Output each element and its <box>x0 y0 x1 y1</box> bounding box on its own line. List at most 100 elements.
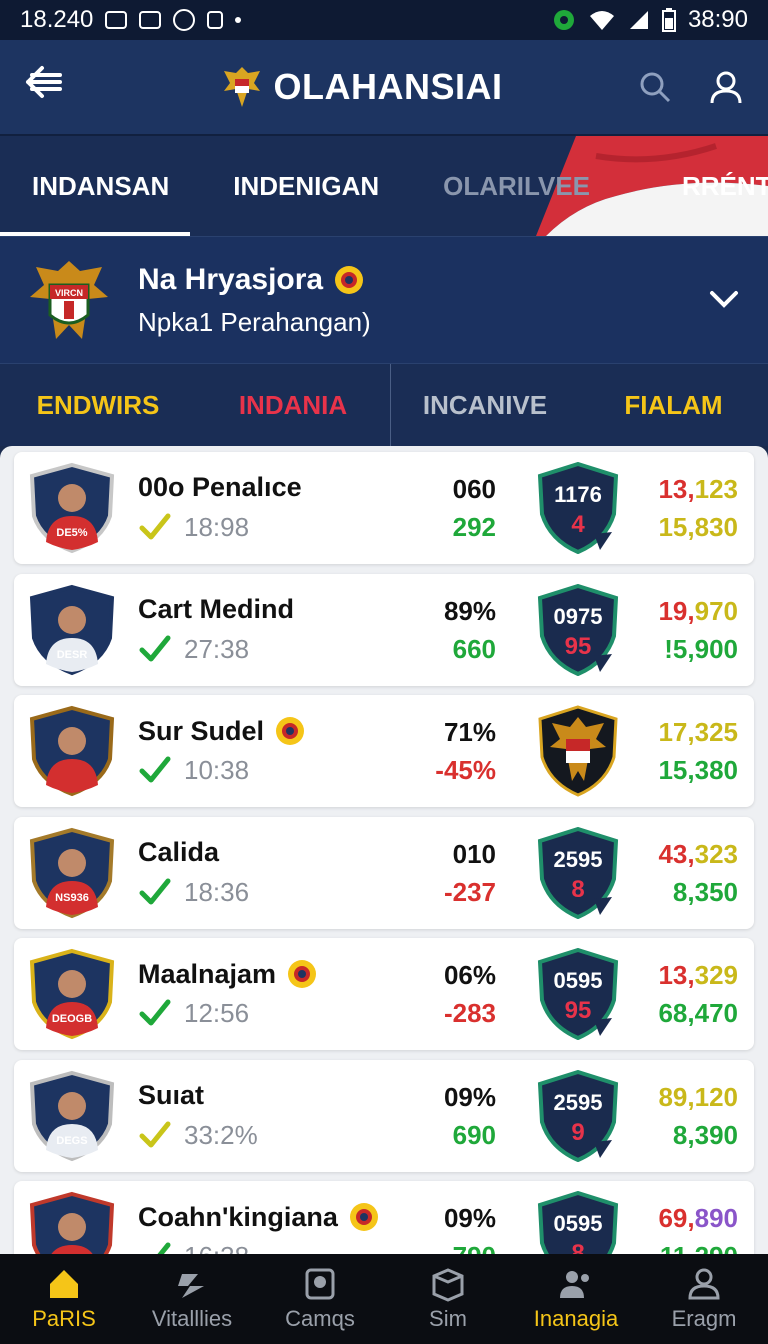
shield-bottom-text: 9 <box>571 1119 584 1146</box>
tab-olarilvee[interactable]: OLARILVEE <box>411 136 622 236</box>
player-name-row: Coahn'kingiana <box>138 1201 380 1233</box>
player-row[interactable]: DEOGB Maalnajam 12:56 06% -283 0595 95 1… <box>14 938 754 1050</box>
nav-vitalllies[interactable]: Vitalllies <box>128 1254 256 1344</box>
player-score-bottom: !5,900 <box>664 633 738 664</box>
player-stat-bottom: 292 <box>452 512 496 542</box>
subtab-fialam[interactable]: FIALAM <box>579 390 768 421</box>
garuda-emblem-icon <box>223 67 260 107</box>
player-row[interactable]: DESR Cart Medind 27:38 89% 660 0975 95 1… <box>14 573 754 686</box>
nav-inanagia[interactable]: Inanagia <box>512 1254 640 1344</box>
more-dot-icon <box>235 17 242 23</box>
score-part: 890 <box>694 1203 738 1233</box>
player-score-top: 69,890 <box>658 1203 738 1234</box>
status-time-left: 18.240 <box>20 6 94 33</box>
player-avatar <box>29 705 115 797</box>
player-row[interactable]: DEGS Suıat 33:2% 09% 690 2595 9 89,120 8… <box>14 1059 754 1172</box>
back-button[interactable] <box>24 64 84 110</box>
shield-bottom-text: 4 <box>571 511 585 538</box>
subtab-incanive[interactable]: INCANIVE <box>391 390 579 421</box>
avatar-text: DEGS <box>56 1135 87 1147</box>
player-stat-top: 71% <box>443 717 496 747</box>
top-tab-bar: INDANSAN INDENIGAN OLARILVEE RRÉNTIVE <box>0 136 768 236</box>
garuda-emblem-icon <box>538 705 618 797</box>
player-time: 18:36 <box>184 876 250 907</box>
score-part: 19, <box>658 595 695 626</box>
player-score-top: 43,323 <box>658 839 738 870</box>
score-part: 13, <box>658 474 695 504</box>
player-score-bottom: 15,380 <box>658 755 738 785</box>
score-part: 325 <box>694 717 738 747</box>
tab-rrentive[interactable]: RRÉNTIVE <box>622 136 768 236</box>
player-name: Maalnajam <box>138 958 277 989</box>
player-stat-top: 06% <box>443 960 496 990</box>
user-icon[interactable] <box>708 69 744 105</box>
player-stat-bottom: 790 <box>453 1241 496 1254</box>
score-part: 970 <box>694 595 738 626</box>
player-stat-top: 89% <box>443 595 496 626</box>
rating-shield-icon: 0975 95 <box>537 583 619 676</box>
person-icon <box>688 1268 720 1300</box>
nav-eragm[interactable]: Eragm <box>640 1254 768 1344</box>
subtab-endwirs[interactable]: ENDWIRS <box>0 390 196 421</box>
notification-icon <box>207 11 224 29</box>
team-header[interactable]: VIRCN Na Hryasjora Npka1 Perahangan) <box>0 236 768 364</box>
player-stat-top: 060 <box>452 474 496 504</box>
team-name: Na Hryasjora <box>138 262 324 296</box>
shield-top-text: 0595 <box>554 968 603 993</box>
users-icon <box>560 1271 589 1298</box>
avatar-text: DESR <box>57 649 88 661</box>
player-row[interactable]: Sur Sudel 10:38 71% -45% 17,325 15,380 <box>14 695 754 807</box>
player-score-top: 19,970 <box>658 596 738 627</box>
nav-label: Eragm <box>671 1306 737 1331</box>
player-name-row: 00o Penalıce <box>138 472 302 503</box>
player-score-bottom: 68,470 <box>658 998 738 1028</box>
shield-top-text: 2595 <box>554 847 603 872</box>
player-stat-top: 09% <box>443 1081 496 1112</box>
rating-shield-icon: 2595 8 <box>537 826 619 919</box>
search-icon[interactable] <box>638 70 672 104</box>
notification-icon <box>139 11 162 29</box>
player-row[interactable]: DE5 Coahn'kingiana 16:38 09% 790 0595 8 … <box>14 1181 754 1254</box>
app-bar: OLAHANSIAI <box>0 40 768 136</box>
chevron-down-icon[interactable] <box>704 283 744 317</box>
rating-shield-icon: 1176 4 <box>537 462 619 554</box>
subtab-indania[interactable]: INDANIA <box>196 390 390 421</box>
player-row[interactable]: DE5% 00o Penalıce 18:98 060 292 1176 4 1… <box>14 452 754 564</box>
nav-camps[interactable]: Camɋs <box>256 1254 384 1344</box>
wifi-icon <box>589 11 614 30</box>
player-time: 10:38 <box>184 755 250 785</box>
player-score-top: 89,120 <box>658 1082 738 1113</box>
avatar-text: DE5% <box>56 527 87 539</box>
check-icon <box>139 513 171 540</box>
rating-shield-icon: 0595 8 <box>537 1191 619 1254</box>
shield-top-text: 2595 <box>554 1090 603 1115</box>
player-avatar: DEGS <box>29 1070 115 1161</box>
status-time-right: 38:90 <box>687 6 748 33</box>
player-avatar: NS936 <box>29 827 115 918</box>
player-name: Suıat <box>138 1079 205 1110</box>
tab-indenigan[interactable]: INDENIGAN <box>201 136 411 236</box>
shield-bottom-text: 8 <box>571 1240 584 1254</box>
avatar-text: NS936 <box>55 892 89 904</box>
score-part: 323 <box>694 838 738 869</box>
player-row[interactable]: NS936 Calida 18:36 010 -237 2595 8 43,32… <box>14 816 754 929</box>
check-icon <box>139 635 171 661</box>
nav-label: Inanagia <box>533 1306 619 1331</box>
nav-paris[interactable]: PaRIS <box>0 1254 128 1344</box>
player-avatar: DE5 <box>29 1191 115 1254</box>
tab-indansan[interactable]: INDANSAN <box>0 136 201 236</box>
player-time: 18:98 <box>184 512 250 542</box>
sub-tab-bar: ENDWIRS INDANIA INCANIVE FIALAM <box>0 364 768 446</box>
signal-icon <box>629 11 648 29</box>
player-stat-top: 09% <box>443 1203 496 1233</box>
shield-top-text: 1176 <box>554 482 602 507</box>
notification-icon <box>173 9 196 31</box>
player-score-top: 13,123 <box>658 474 738 505</box>
check-icon <box>139 1121 171 1147</box>
nav-sim[interactable]: Sim <box>384 1254 512 1344</box>
player-stat-bottom: 690 <box>452 1119 496 1150</box>
nav-label: Camɋs <box>285 1306 355 1331</box>
player-name-row: Cart Medind <box>138 594 294 625</box>
box-icon <box>432 1268 464 1302</box>
player-score-top: 17,325 <box>658 717 738 748</box>
